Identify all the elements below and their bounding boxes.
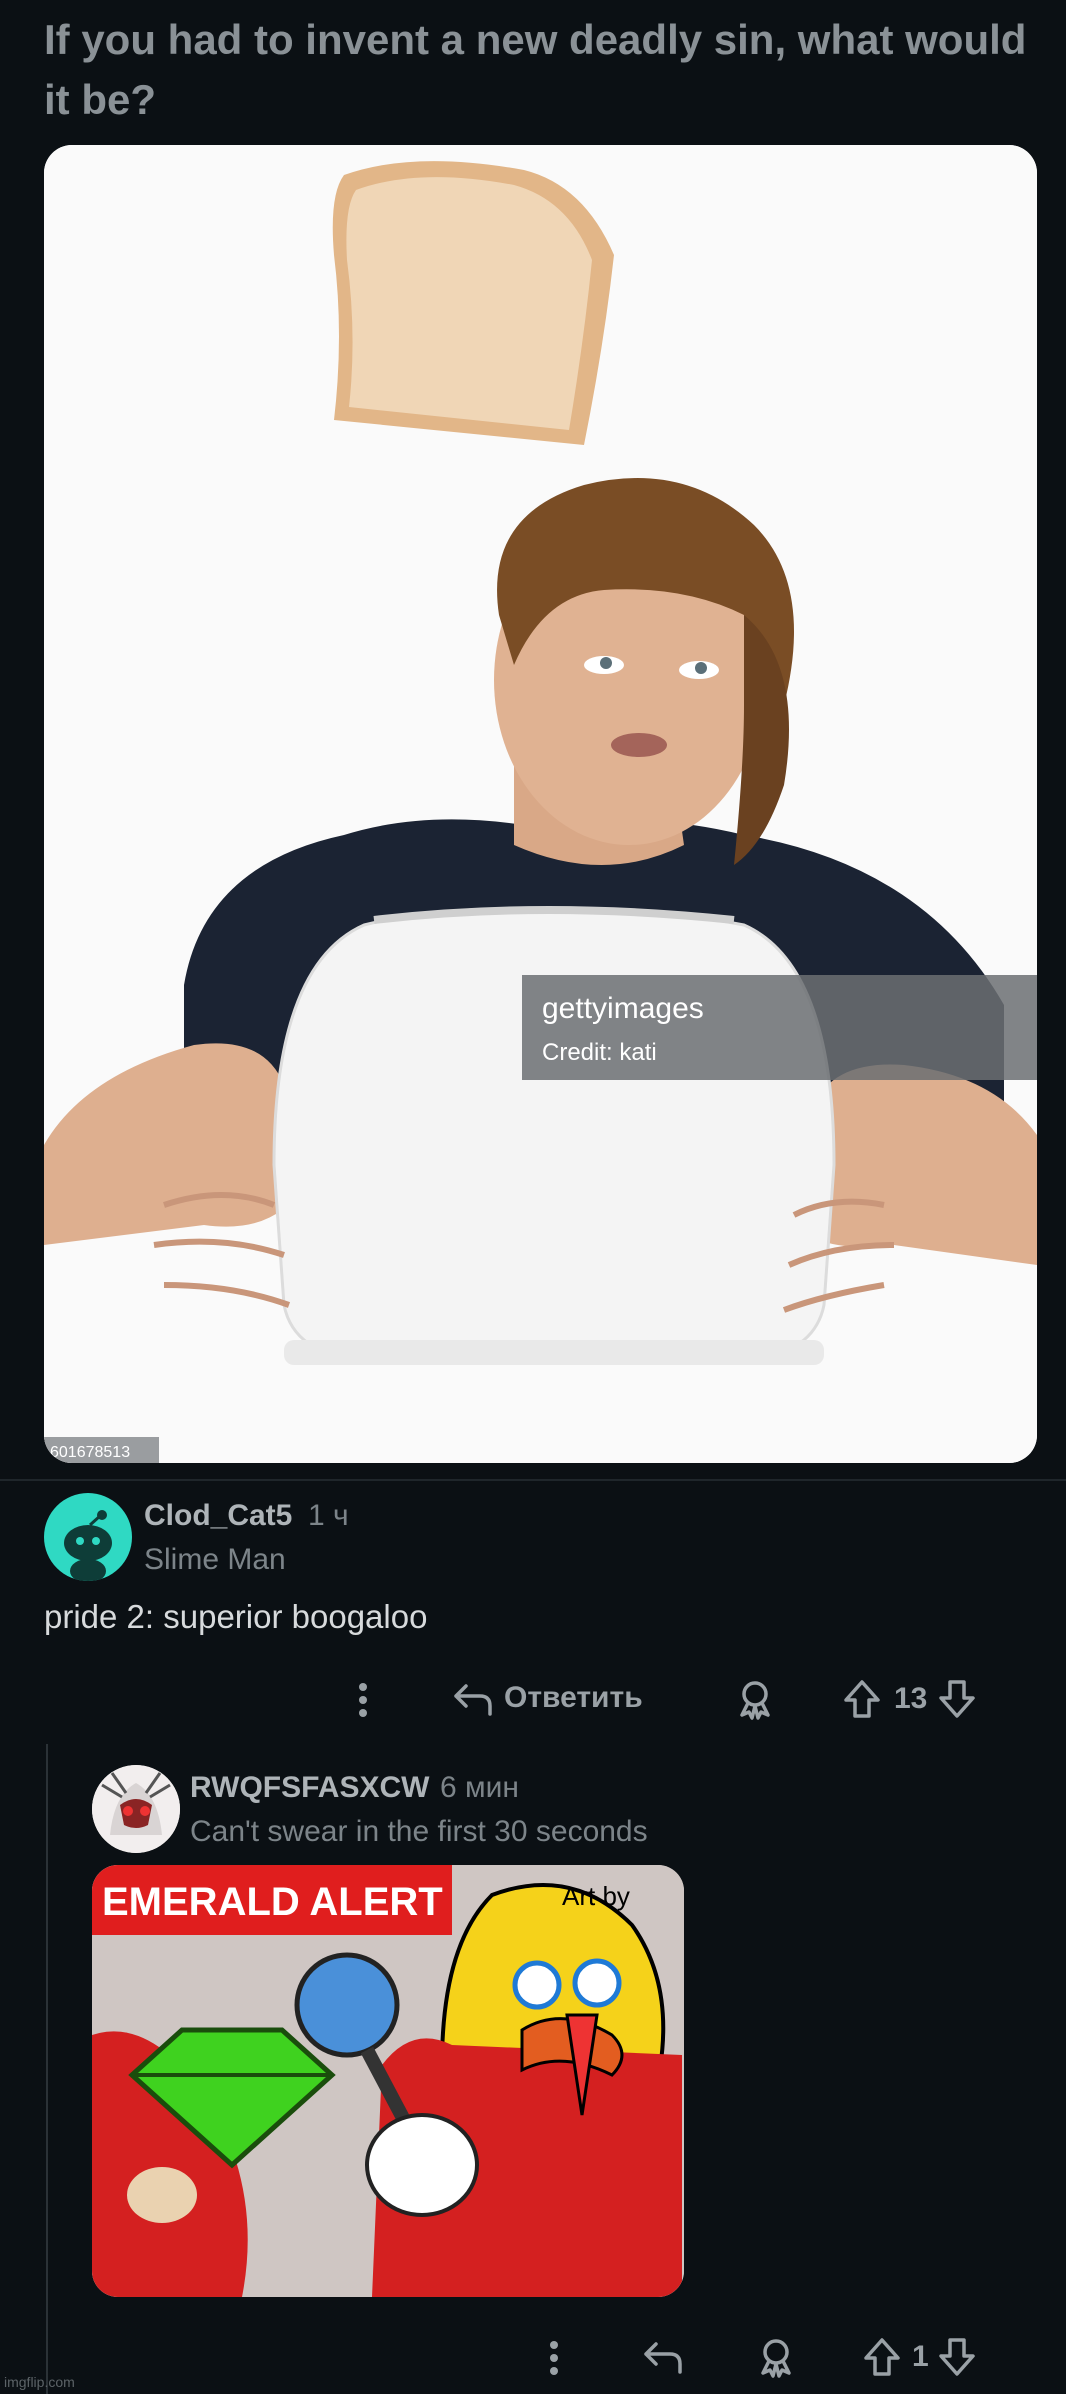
- upvote-icon[interactable]: [842, 1678, 882, 1720]
- reply-vote-count: 1: [912, 2340, 929, 2373]
- emerald-alert-meme: EMERALD ALERT Art by: [92, 1865, 684, 2297]
- reply-button[interactable]: Ответить: [452, 1678, 643, 1718]
- award-button[interactable]: [734, 1678, 776, 1720]
- toast-slice: [332, 161, 614, 445]
- reply-vote-controls: 1: [862, 2336, 977, 2378]
- more-vertical-icon: [550, 2341, 558, 2375]
- imgflip-watermark: imgflip.com: [4, 2374, 75, 2390]
- reply-label: Ответить: [504, 1681, 643, 1714]
- award-icon: [761, 2339, 791, 2378]
- upvote-icon[interactable]: [862, 2336, 902, 2378]
- reply-username[interactable]: RWQFSFASXCW: [190, 1771, 429, 1805]
- image-id: 601678513: [50, 1444, 130, 1461]
- more-button[interactable]: [354, 1680, 372, 1720]
- divider: [0, 1479, 1066, 1481]
- award-icon: [740, 1681, 770, 1720]
- snoo-icon: [64, 1510, 112, 1581]
- reply-flair: Can't swear in the first 30 seconds: [190, 1815, 648, 1848]
- vote-count: 13: [894, 1682, 928, 1715]
- comment-time: 1 ч: [308, 1499, 349, 1532]
- reply-more-button[interactable]: [545, 2338, 563, 2378]
- emerald-alert-banner: EMERALD ALERT: [102, 1880, 443, 1924]
- reply-icon: [644, 2342, 682, 2374]
- signature-scribble: Art by: [562, 1881, 630, 1911]
- reply-reply-button[interactable]: [642, 2336, 684, 2376]
- comment-body: pride 2: superior boogaloo: [44, 1598, 428, 1635]
- downvote-icon[interactable]: [937, 1678, 977, 1720]
- comment-flair: Slime Man: [144, 1543, 286, 1576]
- getty-brand: gettyimages: [542, 992, 704, 1025]
- reply-award-button[interactable]: [755, 2336, 797, 2378]
- reply-avatar[interactable]: [92, 1765, 180, 1853]
- downvote-icon[interactable]: [937, 2336, 977, 2378]
- toaster-photo: gettyimages Credit: kati 601678513: [44, 145, 1037, 1463]
- avatar[interactable]: [44, 1493, 132, 1581]
- thread-line[interactable]: [46, 1744, 48, 2394]
- reply-avatar-art: [92, 1765, 180, 1853]
- vote-controls: 13: [842, 1678, 977, 1720]
- post-title: If you had to invent a new deadly sin, w…: [44, 16, 1027, 123]
- reply-time: 6 мин: [440, 1771, 519, 1804]
- more-vertical-icon: [359, 1683, 367, 1717]
- getty-credit: Credit: kati: [542, 1039, 657, 1066]
- reply-image[interactable]: EMERALD ALERT Art by: [92, 1865, 684, 2297]
- comment-username[interactable]: Clod_Cat5: [144, 1499, 292, 1533]
- post-image[interactable]: gettyimages Credit: kati 601678513: [44, 145, 1037, 1463]
- reply-icon: [454, 1684, 492, 1716]
